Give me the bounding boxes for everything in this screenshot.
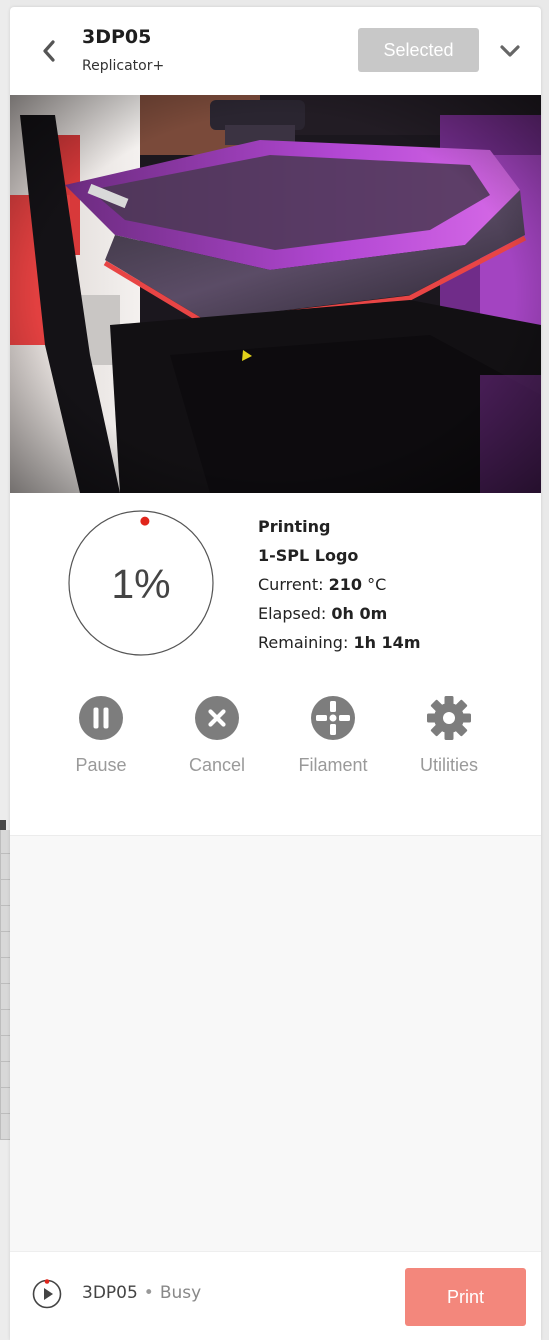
current-temperature: Current: 210 °C [258, 570, 420, 599]
footer-printer-name: 3DP05 [82, 1283, 138, 1303]
current-label: Current: [258, 575, 324, 594]
printer-name: 3DP05 [82, 26, 152, 48]
camera-image [10, 95, 541, 493]
empty-content-area [10, 836, 541, 1251]
panel-header: 3DP05 Replicator+ Selected [10, 7, 541, 95]
printer-panel: 3DP05 Replicator+ Selected 1% Printing 1… [10, 7, 541, 1340]
filament-button[interactable]: Filament [283, 695, 383, 785]
viewport-build-plate [0, 830, 10, 1140]
print-state: Printing [258, 517, 331, 536]
utilities-button[interactable]: Utilities [399, 695, 499, 785]
filament-label: Filament [298, 755, 368, 775]
cancel-button[interactable]: Cancel [167, 695, 267, 785]
play-status-icon [32, 1279, 62, 1309]
print-button[interactable]: Print [405, 1268, 526, 1326]
footer-printer-status: 3DP05 • Busy [82, 1283, 201, 1303]
remaining-label: Remaining: [258, 633, 349, 652]
elapsed-label: Elapsed: [258, 604, 327, 623]
current-unit: °C [367, 575, 387, 594]
footer-status: Busy [159, 1283, 202, 1303]
pause-button[interactable]: Pause [51, 695, 151, 785]
job-name: 1-SPL Logo [258, 546, 359, 565]
cancel-label: Cancel [188, 755, 246, 775]
back-button[interactable] [34, 33, 64, 69]
print-info: Printing 1-SPL Logo Current: 210 °C Elap… [258, 512, 420, 657]
panel-footer: 3DP05 • Busy Print [10, 1251, 541, 1340]
printer-model: Replicator+ [82, 58, 165, 74]
camera-feed [10, 95, 541, 493]
close-icon [195, 696, 239, 740]
current-value: 210 [328, 575, 362, 594]
remaining-value: 1h 14m [353, 633, 421, 652]
gear-icon [427, 696, 471, 740]
chevron-left-icon [43, 40, 55, 62]
chevron-down-icon [500, 45, 520, 57]
elapsed-time: Elapsed: 0h 0m [258, 599, 420, 628]
elapsed-value: 0h 0m [331, 604, 388, 623]
utilities-label: Utilities [419, 755, 478, 775]
progress-indicator [140, 516, 150, 526]
progress-percentage: 1% [111, 561, 171, 607]
expand-dropdown-button[interactable] [492, 33, 528, 69]
pause-icon [79, 696, 123, 740]
remaining-time: Remaining: 1h 14m [258, 628, 420, 657]
selected-button[interactable]: Selected [358, 28, 479, 72]
footer-separator: • [143, 1283, 154, 1303]
filament-icon [311, 696, 355, 740]
pause-label: Pause [75, 755, 127, 775]
